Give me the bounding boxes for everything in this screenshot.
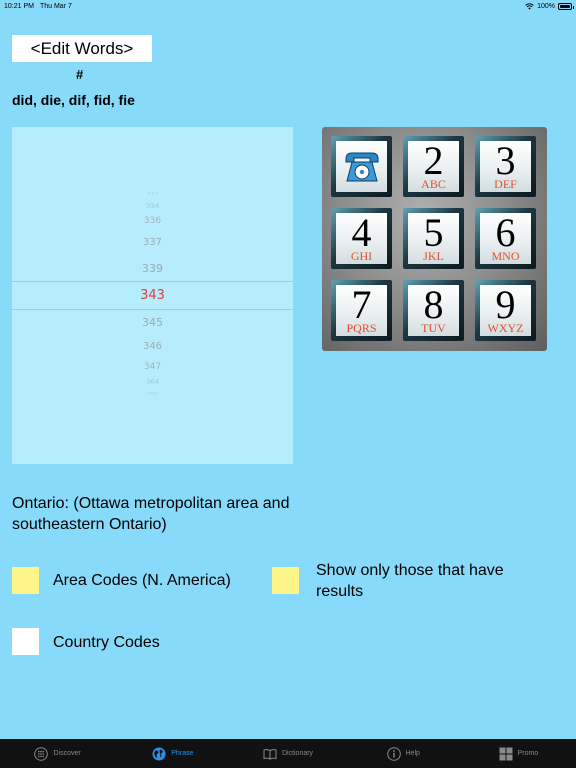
picker-value[interactable]: 364 xyxy=(12,379,293,385)
key-number: 9 xyxy=(495,281,516,327)
key-letters: TUV xyxy=(421,320,446,335)
key-letters: MNO xyxy=(491,248,520,263)
picker-value[interactable]: 333 xyxy=(12,192,293,196)
globe-icon xyxy=(152,747,166,760)
key-number: 2 xyxy=(423,137,444,183)
picker-value[interactable]: 339 xyxy=(12,262,293,275)
key-letters: JKL xyxy=(423,248,444,263)
phone-keypad: 2 ABC 3 DEF 4 GHI 5 JKL 6 MNO 7 PQRS 8 TUV 9 WXYZ xyxy=(322,127,547,351)
key-face: 6 MNO xyxy=(480,209,531,264)
tab-promo[interactable]: Promo xyxy=(461,739,576,768)
picker-value[interactable]: 336 xyxy=(12,216,293,226)
key-5[interactable]: 5 JKL xyxy=(403,208,464,269)
tab-discover-label: Discover xyxy=(53,750,81,757)
key-9[interactable]: 9 WXYZ xyxy=(475,280,536,341)
key-letters: ABC xyxy=(421,176,446,191)
show-only-results-checkbox[interactable] xyxy=(272,567,299,594)
key-4[interactable]: 4 GHI xyxy=(331,208,392,269)
picker-selected-value[interactable]: 343 xyxy=(12,288,293,303)
key-phone[interactable] xyxy=(331,136,392,197)
info-icon xyxy=(386,746,401,761)
status-date: Thu Mar 7 xyxy=(39,2,72,10)
key-6[interactable]: 6 MNO xyxy=(475,208,536,269)
key-2[interactable]: 2 ABC xyxy=(403,136,464,197)
area-codes-checkbox[interactable] xyxy=(12,567,39,594)
keypad-grid-icon xyxy=(34,746,49,761)
wifi-icon xyxy=(525,2,534,9)
picker-value[interactable]: 347 xyxy=(12,362,293,372)
status-right: 100% xyxy=(525,2,574,10)
battery-percent: 100% xyxy=(537,2,555,10)
key-number: 7 xyxy=(351,281,372,327)
area-codes-label: Area Codes (N. America) xyxy=(53,572,231,589)
battery-fill xyxy=(560,4,570,8)
key-face: 8 TUV xyxy=(408,281,459,336)
tab-promo-label: Promo xyxy=(517,750,539,757)
tab-help[interactable]: Help xyxy=(346,739,461,768)
key-number: 5 xyxy=(423,209,444,255)
key-face: 3 DEF xyxy=(480,137,531,192)
key-number: 4 xyxy=(351,209,372,255)
key-8[interactable]: 8 TUV xyxy=(403,280,464,341)
picker-value[interactable]: 365 xyxy=(12,392,293,396)
key-number: 6 xyxy=(495,209,516,255)
status-bar: 10:21 PM Thu Mar 7 100% xyxy=(0,0,576,12)
picker-value[interactable]: 346 xyxy=(12,341,293,352)
key-face: 4 GHI xyxy=(336,209,387,264)
key-face: 5 JKL xyxy=(408,209,459,264)
key-7[interactable]: 7 PQRS xyxy=(331,280,392,341)
country-codes-checkbox[interactable] xyxy=(12,628,39,655)
key-face: 2 ABC xyxy=(408,137,459,192)
tab-bar: Discover Phrase Dictionary Help Promo xyxy=(0,739,576,768)
key-number: 3 xyxy=(495,137,516,183)
tab-dictionary[interactable]: Dictionary xyxy=(230,739,345,768)
tab-phrase-label: Phrase xyxy=(171,750,194,757)
area-code-picker[interactable]: 333 334 336 337 339 343 345 346 347 364 365 xyxy=(12,127,293,464)
tab-phrase[interactable]: Phrase xyxy=(115,739,230,768)
key-letters: GHI xyxy=(350,248,373,263)
key-face: 9 WXYZ xyxy=(480,281,531,336)
tab-help-label: Help xyxy=(405,750,420,757)
hash-label: # xyxy=(76,67,84,82)
key-face: 7 PQRS xyxy=(336,281,387,336)
picker-value[interactable]: 334 xyxy=(12,203,293,209)
show-only-results-label: Show only those that have results xyxy=(316,562,504,600)
matched-words: did, die, dif, fid, fie xyxy=(12,92,135,108)
tiles-icon xyxy=(499,747,513,760)
key-letters: PQRS xyxy=(346,320,377,335)
key-letters: DEF xyxy=(494,176,517,191)
key-number: 8 xyxy=(423,281,444,327)
edit-words-button[interactable]: <Edit Words> xyxy=(12,35,152,62)
tab-dictionary-label: Dictionary xyxy=(281,750,314,757)
battery-icon xyxy=(558,2,574,10)
picker-value[interactable]: 337 xyxy=(12,237,293,248)
key-letters: WXYZ xyxy=(487,320,524,335)
key-3[interactable]: 3 DEF xyxy=(475,136,536,197)
book-icon xyxy=(263,748,277,760)
telephone-icon xyxy=(345,152,378,181)
picker-value[interactable]: 345 xyxy=(12,316,293,329)
status-time: 10:21 PM xyxy=(4,2,34,10)
region-description: Ontario: (Ottawa metropolitan area and s… xyxy=(12,495,290,533)
tab-discover[interactable]: Discover xyxy=(0,739,115,768)
key-face xyxy=(336,141,387,192)
country-codes-label: Country Codes xyxy=(53,634,160,651)
